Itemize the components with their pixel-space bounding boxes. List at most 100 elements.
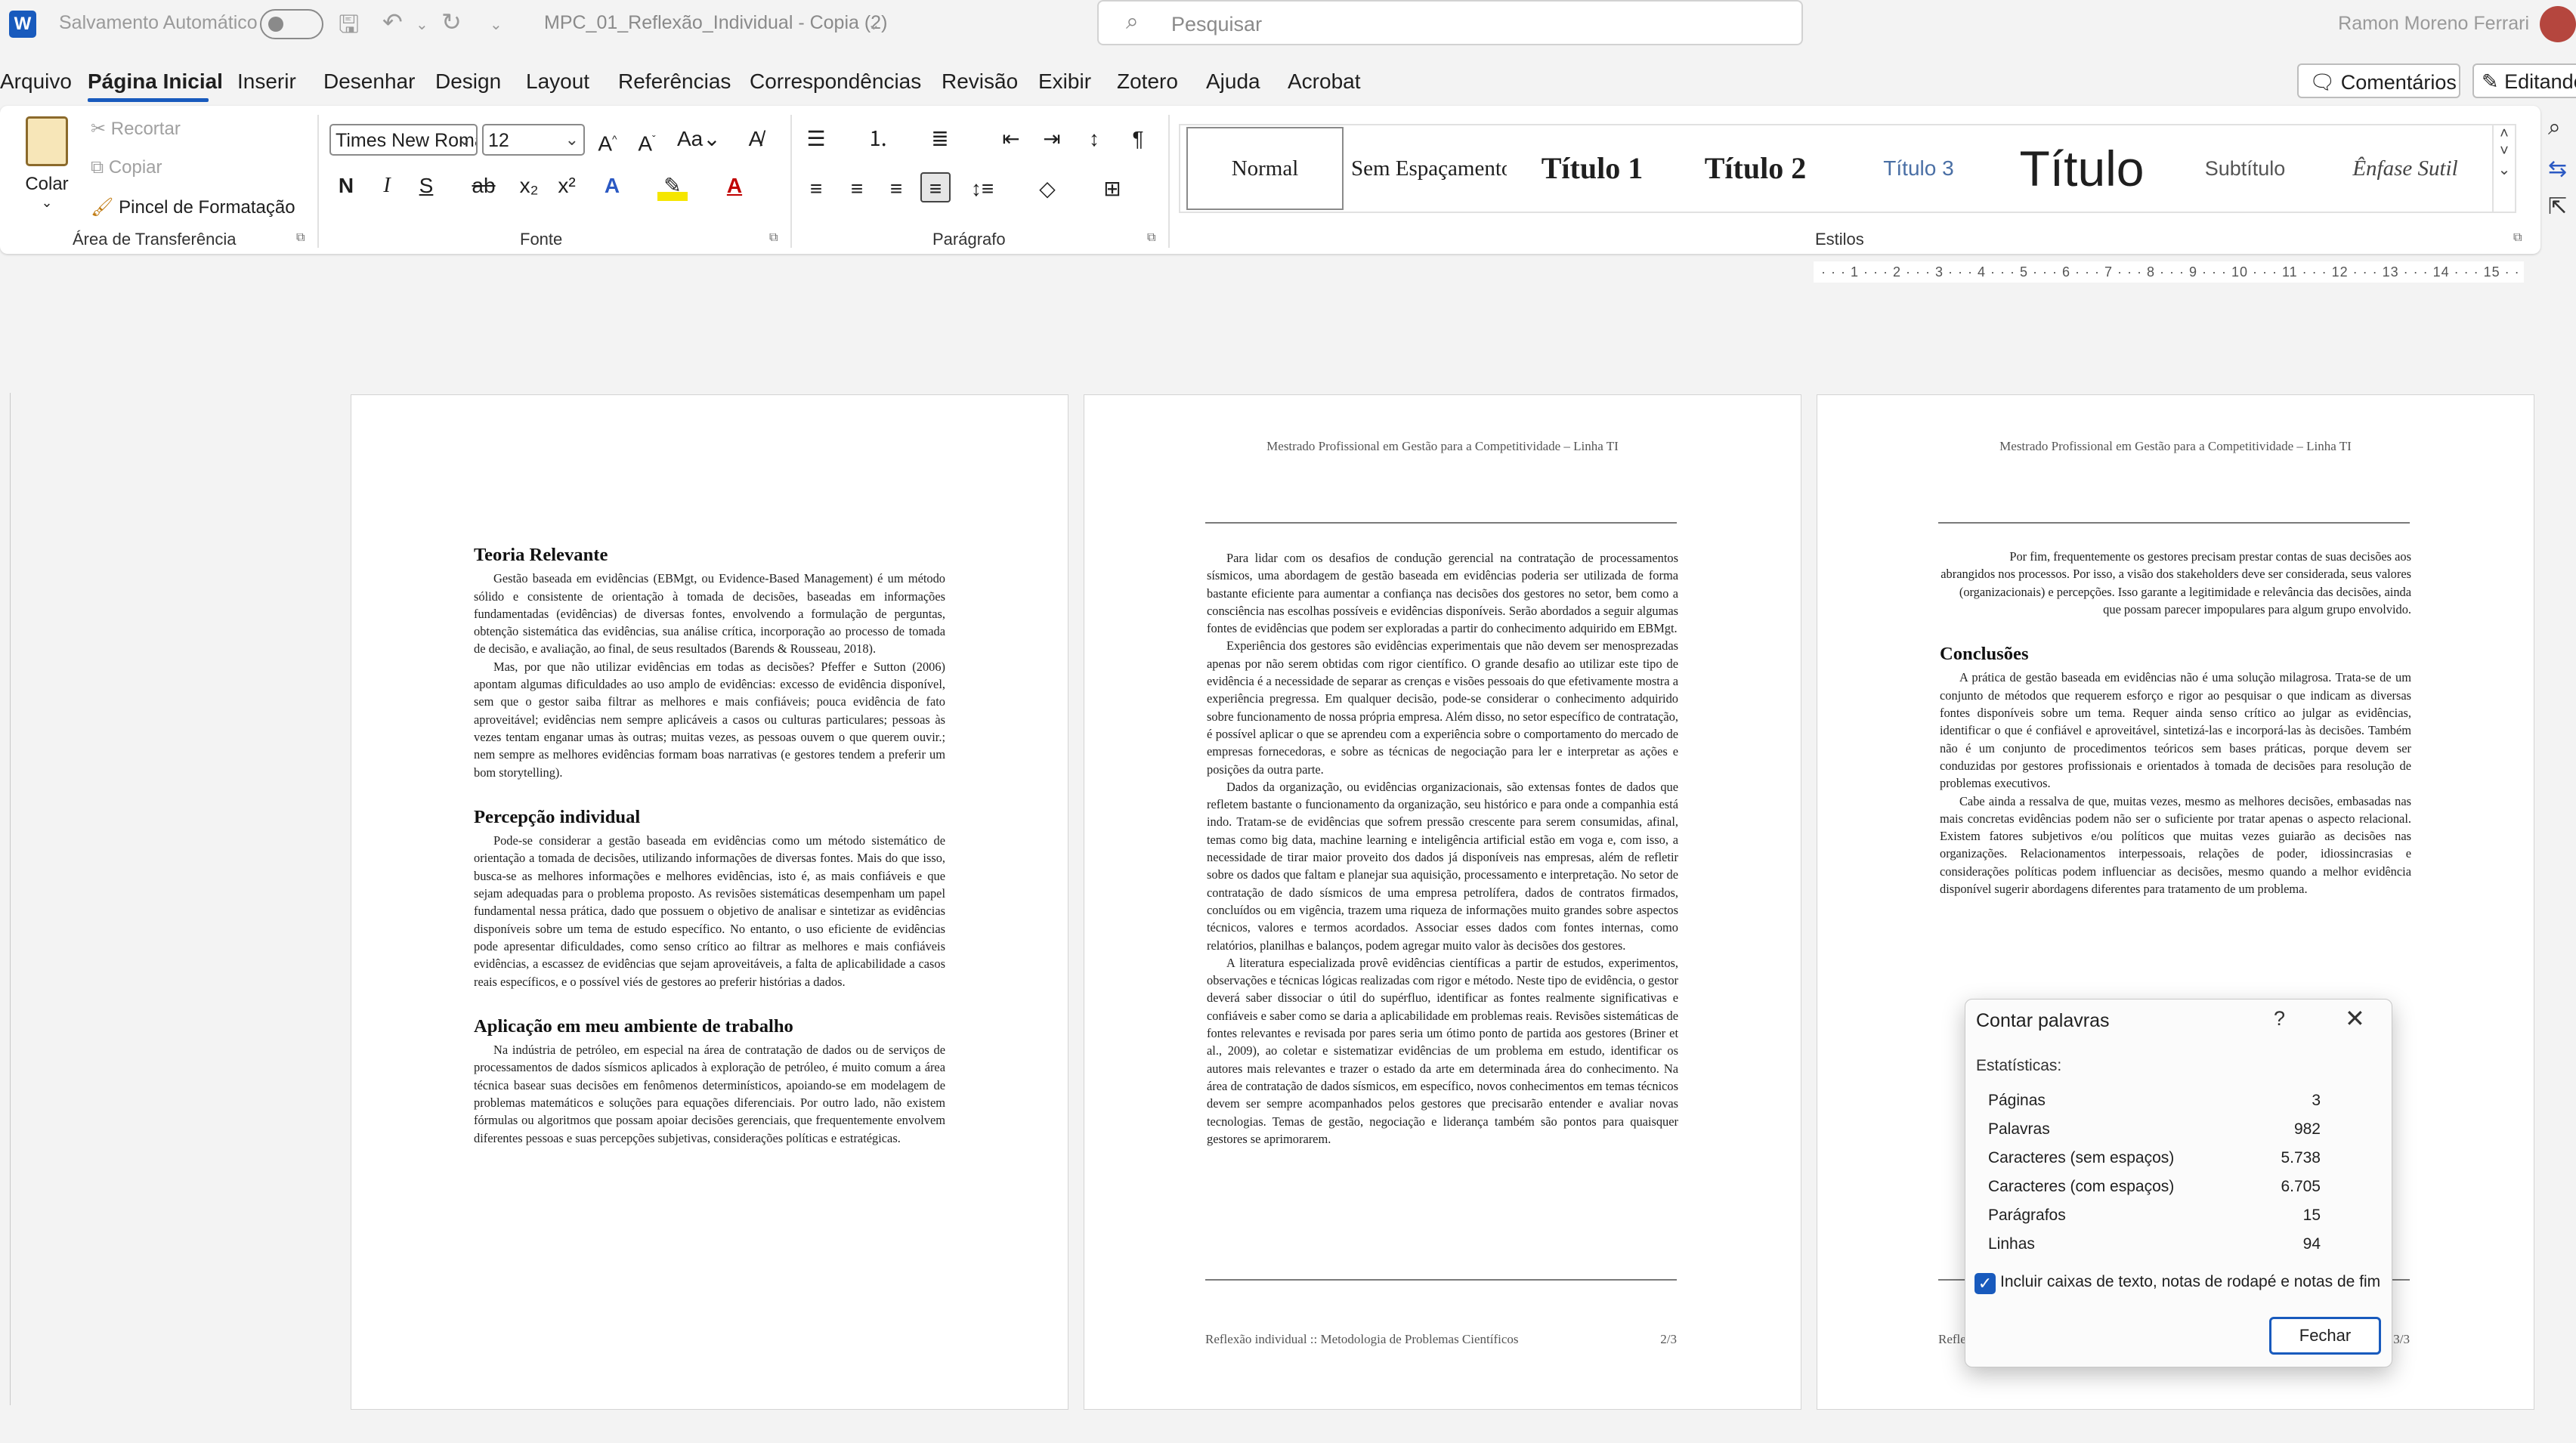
- numbering-icon[interactable]: ⒈: [863, 124, 893, 154]
- paragraph[interactable]: Mas, por que não utilizar evidências em …: [474, 658, 945, 781]
- comments-button[interactable]: 🗨 Comentários: [2297, 63, 2460, 98]
- tab-revisao[interactable]: Revisão: [942, 70, 1018, 94]
- align-left-icon[interactable]: ≡: [801, 174, 831, 204]
- more-styles-icon[interactable]: ⌄: [2494, 160, 2515, 179]
- undo-icon[interactable]: ↶: [382, 8, 403, 36]
- highlight-color-icon[interactable]: ✎: [657, 171, 688, 201]
- include-textboxes-checkbox[interactable]: ✓: [1975, 1273, 1996, 1294]
- page-1-body[interactable]: Teoria Relevante Gestão baseada em evidê…: [474, 545, 945, 1147]
- horizontal-ruler[interactable]: · · · 1 · · · 2 · · · 3 · · · 4 · · · 5 …: [1814, 261, 2524, 283]
- include-textboxes-label[interactable]: Incluir caixas de texto, notas de rodapé…: [2000, 1273, 2380, 1291]
- clipboard-launcher-icon[interactable]: ⧉: [296, 231, 305, 245]
- underline-button[interactable]: S: [411, 171, 441, 201]
- style-normal[interactable]: Normal: [1186, 127, 1344, 210]
- vertical-ruler[interactable]: [0, 393, 11, 1405]
- bullets-icon[interactable]: ☰: [801, 124, 831, 154]
- subscript-icon[interactable]: x₂: [514, 171, 544, 201]
- copy-button[interactable]: ⧉ Copiar: [91, 157, 162, 178]
- style-titulo-2[interactable]: Título 2: [1676, 125, 1835, 212]
- paragraph[interactable]: Experiência dos gestores são evidências …: [1207, 637, 1678, 777]
- tab-acrobat[interactable]: Acrobat: [1288, 70, 1361, 94]
- chevron-down-icon[interactable]: ˅: [2494, 143, 2515, 160]
- decrease-indent-icon[interactable]: ⇤: [996, 124, 1026, 154]
- align-right-icon[interactable]: ≡: [881, 174, 911, 204]
- tab-design[interactable]: Design: [435, 70, 501, 94]
- paragraph-launcher-icon[interactable]: ⧉: [1147, 231, 1155, 245]
- customize-toolbar-icon[interactable]: ⌄: [490, 15, 503, 34]
- replace-icon[interactable]: ⇆: [2548, 156, 2567, 182]
- line-spacing-icon[interactable]: ↕≡: [967, 174, 997, 204]
- redo-icon[interactable]: ↻: [441, 8, 462, 36]
- bold-button[interactable]: N: [331, 171, 361, 201]
- select-icon[interactable]: ⇱: [2548, 193, 2567, 220]
- close-button[interactable]: Fechar: [2269, 1317, 2381, 1355]
- change-case-icon[interactable]: Aa⌄: [677, 124, 721, 154]
- tab-pagina-inicial[interactable]: Página Inicial: [88, 70, 223, 94]
- tab-zotero[interactable]: Zotero: [1117, 70, 1178, 94]
- paragraph[interactable]: A prática de gestão baseada em evidência…: [1940, 669, 2411, 792]
- paragraph[interactable]: Na indústria de petróleo, em especial na…: [474, 1041, 945, 1147]
- tab-referencias[interactable]: Referências: [618, 70, 731, 94]
- paragraph[interactable]: Por fim, frequentemente os gestores prec…: [1940, 548, 2411, 618]
- justify-icon[interactable]: ≡: [920, 172, 951, 202]
- style-titulo[interactable]: Título: [2002, 125, 2161, 212]
- tab-arquivo[interactable]: Arquivo: [0, 70, 72, 94]
- user-name[interactable]: Ramon Moreno Ferrari: [2338, 13, 2529, 35]
- font-color-icon[interactable]: A: [719, 171, 750, 201]
- doc-name-chevron-icon[interactable]: ⌄: [867, 15, 880, 34]
- superscript-icon[interactable]: x²: [552, 171, 582, 201]
- find-icon[interactable]: ⌕: [2548, 115, 2561, 141]
- document-name[interactable]: MPC_01_Reflexão_Individual - Copia (2): [544, 12, 887, 34]
- autosave-toggle[interactable]: [260, 9, 323, 39]
- multilevel-list-icon[interactable]: ≣: [925, 124, 955, 154]
- styles-scroll[interactable]: ˄ ˅ ⌄: [2494, 124, 2516, 213]
- tab-desenhar[interactable]: Desenhar: [323, 70, 415, 94]
- italic-button[interactable]: I: [372, 171, 402, 201]
- cut-button[interactable]: ✂ Recortar: [91, 118, 181, 140]
- paragraph[interactable]: A literatura especializada provê evidênc…: [1207, 954, 1678, 1148]
- page-3-body[interactable]: Por fim, frequentemente os gestores prec…: [1940, 548, 2411, 898]
- grow-font-icon[interactable]: A^: [592, 124, 623, 155]
- save-icon[interactable]: 🖫: [339, 8, 359, 48]
- paragraph[interactable]: Para lidar com os desafios de condução g…: [1207, 549, 1678, 637]
- style-sem-espacamento[interactable]: Sem Espaçamento: [1351, 125, 1507, 212]
- close-icon[interactable]: ✕: [2345, 1004, 2365, 1033]
- search-box[interactable]: ⌕ Pesquisar: [1097, 0, 1803, 45]
- paragraph[interactable]: Cabe ainda a ressalva de que, muitas vez…: [1940, 793, 2411, 898]
- tab-correspondencias[interactable]: Correspondências: [750, 70, 921, 94]
- tab-exibir[interactable]: Exibir: [1038, 70, 1091, 94]
- editing-button[interactable]: ✎ Editando: [2472, 63, 2576, 98]
- shading-icon[interactable]: ◇: [1032, 174, 1062, 204]
- word-app-icon[interactable]: W: [9, 11, 36, 38]
- font-size-combobox[interactable]: 12 ⌄: [482, 124, 585, 156]
- style-titulo-3[interactable]: Título 3: [1839, 125, 1998, 212]
- clear-formatting-icon[interactable]: A̸: [741, 124, 771, 154]
- help-button[interactable]: ?: [2274, 1007, 2285, 1030]
- styles-launcher-icon[interactable]: ⧉: [2513, 231, 2522, 245]
- style-enfase-sutil[interactable]: Ênfase Sutil: [2326, 125, 2485, 212]
- format-painter-button[interactable]: 🖌 Pincel de Formatação: [91, 196, 295, 218]
- avatar[interactable]: [2540, 6, 2576, 42]
- font-launcher-icon[interactable]: ⧉: [769, 231, 778, 245]
- strikethrough-button[interactable]: ab: [469, 171, 499, 201]
- increase-indent-icon[interactable]: ⇥: [1037, 124, 1067, 154]
- style-titulo-1[interactable]: Título 1: [1513, 125, 1671, 212]
- text-effects-icon[interactable]: A: [597, 171, 627, 201]
- align-center-icon[interactable]: ≡: [842, 174, 872, 204]
- shrink-font-icon[interactable]: Aˇ: [632, 124, 662, 155]
- page-2-body[interactable]: Para lidar com os desafios de condução g…: [1207, 549, 1678, 1148]
- undo-dropdown-icon[interactable]: ⌄: [416, 15, 428, 34]
- style-subtitulo[interactable]: Subtítulo: [2166, 125, 2324, 212]
- paragraph[interactable]: Pode-se considerar a gestão baseada em e…: [474, 832, 945, 990]
- paragraph[interactable]: Dados da organização, ou evidências orga…: [1207, 778, 1678, 954]
- page-1[interactable]: Teoria Relevante Gestão baseada em evidê…: [351, 394, 1068, 1410]
- page-2[interactable]: Mestrado Profissional em Gestão para a C…: [1084, 394, 1801, 1410]
- paste-button[interactable]: Colar ⌄: [23, 116, 71, 230]
- tab-layout[interactable]: Layout: [526, 70, 589, 94]
- tab-ajuda[interactable]: Ajuda: [1206, 70, 1260, 94]
- borders-icon[interactable]: ⊞: [1097, 174, 1127, 204]
- chevron-up-icon[interactable]: ˄: [2494, 125, 2515, 143]
- pilcrow-icon[interactable]: ¶: [1123, 124, 1153, 154]
- tab-inserir[interactable]: Inserir: [237, 70, 296, 94]
- sort-icon[interactable]: ↕: [1079, 124, 1109, 154]
